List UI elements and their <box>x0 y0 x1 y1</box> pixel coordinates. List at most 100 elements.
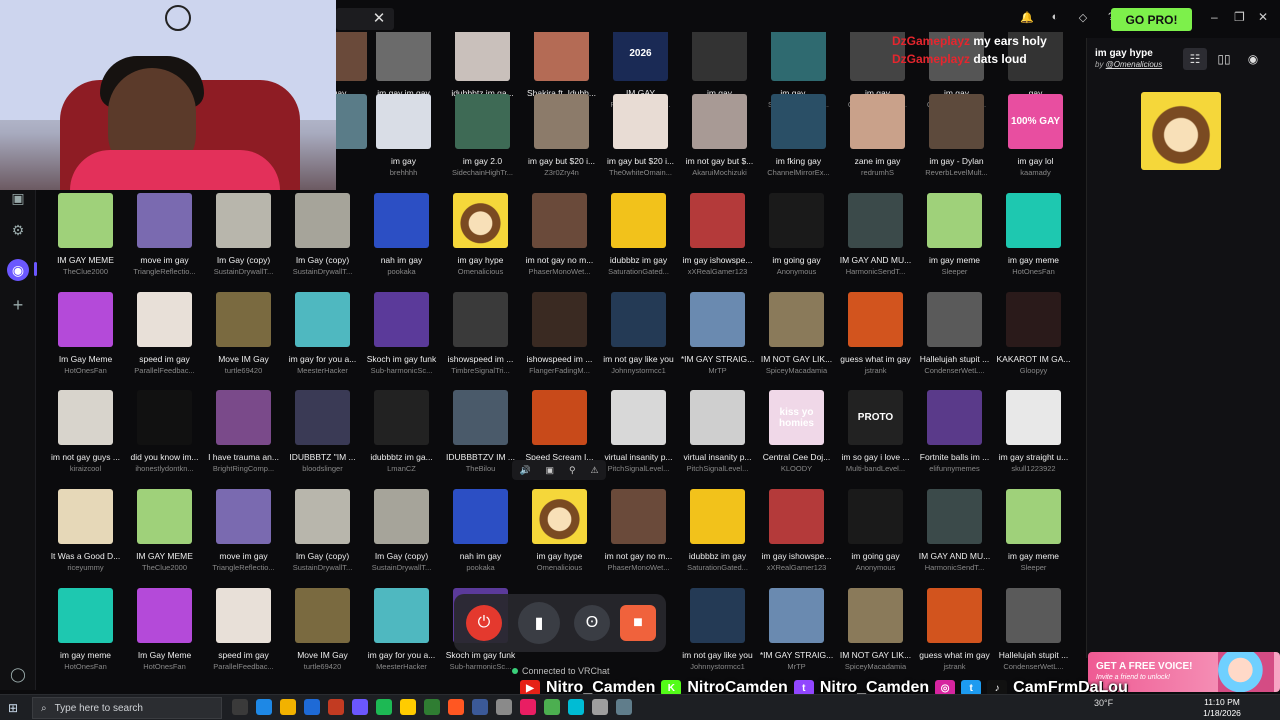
sound-tile[interactable]: im gay meme HotOnesFan <box>46 588 125 686</box>
sound-tile[interactable]: *IM GAY STRAIG... MrTP <box>678 292 757 390</box>
sound-tile[interactable]: Fortnite balls im ... elifunnymemes <box>915 390 994 488</box>
sound-tile[interactable]: PROTO im so gay i love ... Multi-bandLevel… <box>836 390 915 488</box>
sound-tile[interactable]: im gay ishowspe... xXRealGamer123 <box>678 193 757 291</box>
tag-icon[interactable]: ◇ <box>1076 11 1090 27</box>
weather-readout[interactable]: 30°F <box>1094 698 1113 708</box>
taskbar-app-icon[interactable] <box>376 699 392 715</box>
record-icon[interactable]: ◉ <box>1241 48 1265 70</box>
sound-tile[interactable]: *IM GAY STRAIG... MrTP <box>757 588 836 686</box>
sound-tile[interactable]: nah im gay pookaka <box>362 193 441 291</box>
sound-tile[interactable]: im not gay no m... PhaserMonoWet... <box>520 193 599 291</box>
taskbar-app-icon[interactable] <box>544 699 560 715</box>
sound-tile[interactable]: virtual insanity p... PitchSignalLevel... <box>678 390 757 488</box>
user-icon[interactable]: ◯ <box>8 664 28 684</box>
sound-tile[interactable]: im gay brehhhh <box>364 94 443 192</box>
taskbar-app-icon[interactable] <box>328 699 344 715</box>
sound-tile[interactable]: im gay - Dylan ReverbLevelMult... <box>917 94 996 192</box>
sound-tile[interactable]: guess what im gay jstrank <box>836 292 915 390</box>
volume-icon[interactable]: 🔊 <box>519 465 530 476</box>
sound-tile[interactable]: virtual insanity p... PitchSignalLevel... <box>599 390 678 488</box>
notification-icon[interactable]: 🔔 <box>1020 11 1034 27</box>
sound-tile[interactable]: im gay hype Omenalicious <box>520 489 599 587</box>
sound-tile[interactable]: im going gay Anonymous <box>757 193 836 291</box>
sound-tile[interactable]: im gay ishowspe... xXRealGamer123 <box>757 489 836 587</box>
sound-tile[interactable]: 100% GAY im gay lol kaamady <box>996 94 1075 192</box>
sound-tile[interactable]: im gay meme HotOnesFan <box>994 193 1073 291</box>
sound-tile[interactable]: nah im gay pookaka <box>441 489 520 587</box>
sound-tile[interactable]: im going gay Anonymous <box>836 489 915 587</box>
taskbar-app-icon[interactable] <box>616 699 632 715</box>
taskbar-app-icon[interactable] <box>592 699 608 715</box>
sound-tile[interactable]: Im Gay (copy) SustainDrywallT... <box>362 489 441 587</box>
sliders-icon[interactable]: ☷ <box>1183 48 1207 70</box>
sound-tile[interactable]: IM GAY AND MU... HarmonicSendT... <box>836 193 915 291</box>
sound-tile[interactable]: did you know im... ihonestlydontkn... <box>125 390 204 488</box>
sound-tile[interactable]: ishowspeed im ... FlangerFadingM... <box>520 292 599 390</box>
sound-tile[interactable]: idubbbz im gay SaturationGated... <box>599 193 678 291</box>
minimize-button[interactable]: – <box>1211 10 1218 24</box>
sound-tile[interactable]: im not gay guys ... kiraizcool <box>46 390 125 488</box>
sound-tile[interactable]: Im Gay (copy) SustainDrywallT... <box>204 193 283 291</box>
sound-tile[interactable]: Hallelujah stupit ... CondenserWetL... <box>915 292 994 390</box>
taskbar-app-icon[interactable] <box>424 699 440 715</box>
sound-tile[interactable]: IM GAY AND MU... HarmonicSendT... <box>915 489 994 587</box>
sound-tile[interactable]: KAKAROT IM GA... Gloopyy <box>994 292 1073 390</box>
discord-icon[interactable]: ◐ <box>1048 11 1062 27</box>
start-icon[interactable]: ⊞ <box>8 701 22 715</box>
taskbar-app-icon[interactable] <box>568 699 584 715</box>
sound-tile[interactable]: im gay but $20 i... Z3r0Zry4n <box>522 94 601 192</box>
sound-tile[interactable]: im gay hype Omenalicious <box>441 193 520 291</box>
sound-tile[interactable]: Skoch im gay funk Sub-harmonicSc... <box>362 292 441 390</box>
sound-tile[interactable]: IM NOT GAY LIK... SpiceyMacadamia <box>836 588 915 686</box>
maximize-button[interactable]: ❐ <box>1234 10 1245 24</box>
sound-tile[interactable]: im gay 2.0 SidechainHighTr... <box>443 94 522 192</box>
sound-tile[interactable]: im gay straight u... skull1223922 <box>994 390 1073 488</box>
close-window-button[interactable]: ✕ <box>1258 10 1268 24</box>
sound-tile[interactable]: Im Gay (copy) SustainDrywallT... <box>283 489 362 587</box>
sound-tile[interactable]: Im Gay Meme HotOnesFan <box>46 292 125 390</box>
sound-tile[interactable]: im gay for you a... MeesterHacker <box>283 292 362 390</box>
sound-tile[interactable]: ishowspeed im ... TimbreSignalTri... <box>441 292 520 390</box>
hearing-button[interactable]: ʘ <box>574 605 610 641</box>
sound-tile[interactable]: Move IM Gay turtle69420 <box>283 588 362 686</box>
sound-tile[interactable]: im gay meme Sleeper <box>994 489 1073 587</box>
sound-tile[interactable]: im not gay no m... PhaserMonoWet... <box>599 489 678 587</box>
sound-tile[interactable]: Hallelujah stupit ... CondenserWetL... <box>994 588 1073 686</box>
taskbar-app-icon[interactable] <box>280 699 296 715</box>
sound-tile[interactable]: I have trauma an... BrightRingComp... <box>204 390 283 488</box>
sound-tile[interactable]: It Was a Good D... riceyummy <box>46 489 125 587</box>
sound-tile[interactable]: move im gay TriangleReflectio... <box>204 489 283 587</box>
taskbar-app-icon[interactable] <box>352 699 368 715</box>
taskbar-search[interactable]: ⌕ Type here to search <box>32 697 222 719</box>
taskbar-app-icon[interactable] <box>520 699 536 715</box>
power-button[interactable]: ⏻ <box>466 605 502 641</box>
settings-icon[interactable]: ⚙ <box>8 220 28 240</box>
sound-tile[interactable]: idubbbz im gay SaturationGated... <box>678 489 757 587</box>
clapper-icon[interactable]: ▣ <box>8 188 28 208</box>
sound-tile[interactable]: idubbbtz im ga... LmanCZ <box>362 390 441 488</box>
taskbar-app-icon[interactable] <box>448 699 464 715</box>
sound-tile[interactable]: im fking gay ChannelMirrorEx... <box>759 94 838 192</box>
loop-icon[interactable]: ⚲ <box>569 465 576 476</box>
taskbar-app-icon[interactable] <box>256 699 272 715</box>
sound-tile[interactable]: im not gay but $... AkaruiMochizuki <box>680 94 759 192</box>
active-app-icon[interactable]: ◉ <box>7 259 29 281</box>
sound-tile[interactable]: IDUBBBTZ "IM ... bloodslinger <box>283 390 362 488</box>
close-icon[interactable]: ✕ <box>372 10 386 28</box>
sound-tile[interactable]: Im Gay Meme HotOnesFan <box>125 588 204 686</box>
taskbar-app-icon[interactable] <box>400 699 416 715</box>
sound-tile[interactable]: Move IM Gay turtle69420 <box>204 292 283 390</box>
taskbar-app-icon[interactable] <box>472 699 488 715</box>
go-pro-button[interactable]: GO PRO! <box>1111 8 1192 31</box>
add-icon[interactable]: + <box>8 295 28 315</box>
stop-icon[interactable]: ▣ <box>546 465 555 476</box>
sound-tile[interactable]: move im gay TriangleReflectio... <box>125 193 204 291</box>
sound-tile[interactable]: IDUBBBTZV IM ... TheBilou <box>441 390 520 488</box>
clock[interactable]: 11:10 PM 1/18/2026 <box>1198 697 1246 719</box>
sound-tile[interactable]: speed im gay ParallelFeedbac... <box>204 588 283 686</box>
soundboard-button[interactable]: ■ <box>620 605 656 641</box>
sound-tile[interactable]: im gay meme Sleeper <box>915 193 994 291</box>
taskbar-app-icon[interactable] <box>232 699 248 715</box>
taskbar-app-icon[interactable] <box>304 699 320 715</box>
sound-tile[interactable]: im not gay like you Johnnystormcc1 <box>678 588 757 686</box>
